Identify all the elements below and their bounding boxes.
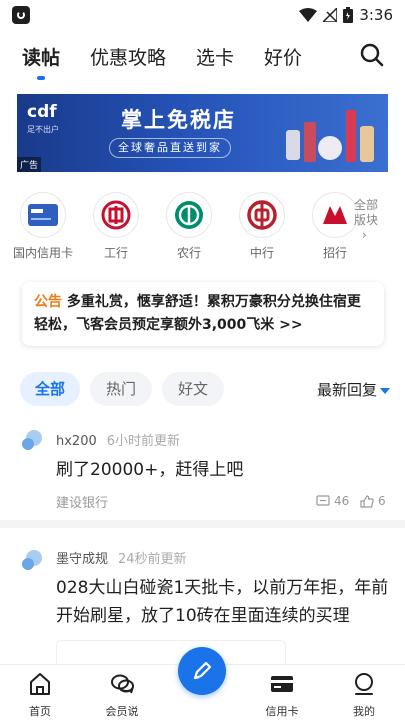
search-icon[interactable]	[359, 42, 385, 68]
bank-label: 国内信用卡	[12, 246, 73, 260]
post-author: hx200	[56, 434, 97, 449]
tab-deals-guide[interactable]: 优惠攻略	[90, 43, 166, 70]
all-sections-button[interactable]: 全部 版块 ›	[354, 198, 390, 243]
nav-home[interactable]: 首页	[10, 671, 70, 719]
post-time: 24秒前更新	[118, 552, 187, 567]
bank-item-icbc[interactable]: 工行	[85, 192, 147, 261]
chevron-right-icon: ›	[362, 228, 367, 242]
avatar	[22, 550, 42, 570]
chat-icon	[111, 674, 134, 694]
post-author: 墨守成规	[56, 552, 109, 567]
wifi-icon	[299, 8, 318, 22]
boc-icon	[247, 200, 277, 230]
bank-label: 农行	[176, 246, 201, 260]
status-bar: 3:36	[0, 0, 405, 30]
like-count[interactable]: 6	[360, 494, 386, 508]
pen-icon	[193, 661, 212, 680]
sort-dropdown[interactable]: 最新回复	[317, 379, 390, 400]
tab-read-posts[interactable]: 读帖	[22, 43, 60, 70]
post-author-line: 墨守成规 24秒前更新	[56, 548, 187, 567]
caret-down-icon	[380, 387, 390, 394]
tab-choose-card[interactable]: 选卡	[196, 43, 234, 70]
home-icon	[30, 673, 50, 695]
bank-label: 招行	[322, 246, 347, 260]
avatar	[22, 430, 42, 450]
icbc-icon	[101, 200, 131, 230]
banner-products-image	[286, 110, 374, 162]
credit-card-icon	[271, 676, 293, 692]
post-time: 6小时前更新	[106, 434, 181, 449]
nav-credit-card[interactable]: 信用卡	[252, 671, 312, 719]
nav-profile[interactable]: 我的	[334, 671, 394, 719]
clock: 3:36	[359, 6, 393, 24]
divider	[0, 520, 405, 528]
filter-bar: 全部 热门 好文 最新回复	[20, 372, 390, 406]
post-author-line: hx200 6小时前更新	[56, 430, 180, 449]
announcement-tag: 公告	[34, 294, 62, 310]
bank-item-domestic[interactable]: 国内信用卡	[12, 192, 74, 261]
thumb-up-icon	[360, 494, 374, 508]
new-post-button[interactable]	[178, 647, 226, 695]
post-forum-tag[interactable]: 建设银行	[56, 492, 108, 511]
post-content: 028大山白碰瓷1天批卡，以前万年拒，年前开始刷星，放了10砖在里面连续的买理	[56, 578, 389, 626]
comment-icon	[316, 494, 330, 506]
bank-item-boc[interactable]: 中行	[231, 192, 293, 261]
announcement-text: 多重礼赏，惬享舒适！累积万豪积分兑换住宿更轻松，飞客会员预定享额外3,000飞米…	[34, 294, 361, 333]
bank-item-abc[interactable]: 农行	[158, 192, 220, 261]
bank-shortcuts: 国内信用卡 工行 农行 中行 招行 全部 版块 ›	[0, 192, 405, 268]
banner-brand: cdf	[27, 102, 57, 122]
battery-icon	[343, 7, 354, 23]
profile-icon	[355, 673, 373, 695]
ad-label: 广告	[17, 157, 42, 172]
abc-icon	[175, 201, 203, 229]
banner-subtitle: 全球奢品直送到家	[109, 138, 231, 158]
filter-featured[interactable]: 好文	[162, 372, 224, 406]
bank-label: 工行	[103, 246, 128, 260]
banner-title: 掌上免税店	[121, 108, 236, 132]
app-notification-icon	[12, 6, 30, 24]
filter-hot[interactable]: 热门	[90, 372, 152, 406]
announcement-banner[interactable]: 公告 多重礼赏，惬享舒适！累积万豪积分兑换住宿更轻松，飞客会员预定享额外3,00…	[22, 282, 384, 346]
banner-brand-sub: 足不出户	[27, 125, 59, 134]
post-content: 刷了20000+，赶得上吧	[56, 460, 244, 480]
top-nav: 读帖 优惠攻略 选卡 好价	[0, 36, 405, 76]
cmb-icon	[323, 206, 347, 224]
ad-banner[interactable]: cdf 足不出户 掌上免税店 全球奢品直送到家 广告	[17, 94, 388, 172]
bank-label: 中行	[249, 246, 274, 260]
nav-member-talk[interactable]: 会员说	[92, 671, 152, 719]
card-icon	[28, 204, 58, 226]
tab-good-price[interactable]: 好价	[264, 43, 302, 70]
filter-all[interactable]: 全部	[20, 372, 80, 406]
signal-icon	[323, 8, 338, 22]
bottom-nav: 首页 会员说 信用卡 我的	[0, 647, 405, 720]
comment-count[interactable]: 46	[316, 494, 349, 508]
